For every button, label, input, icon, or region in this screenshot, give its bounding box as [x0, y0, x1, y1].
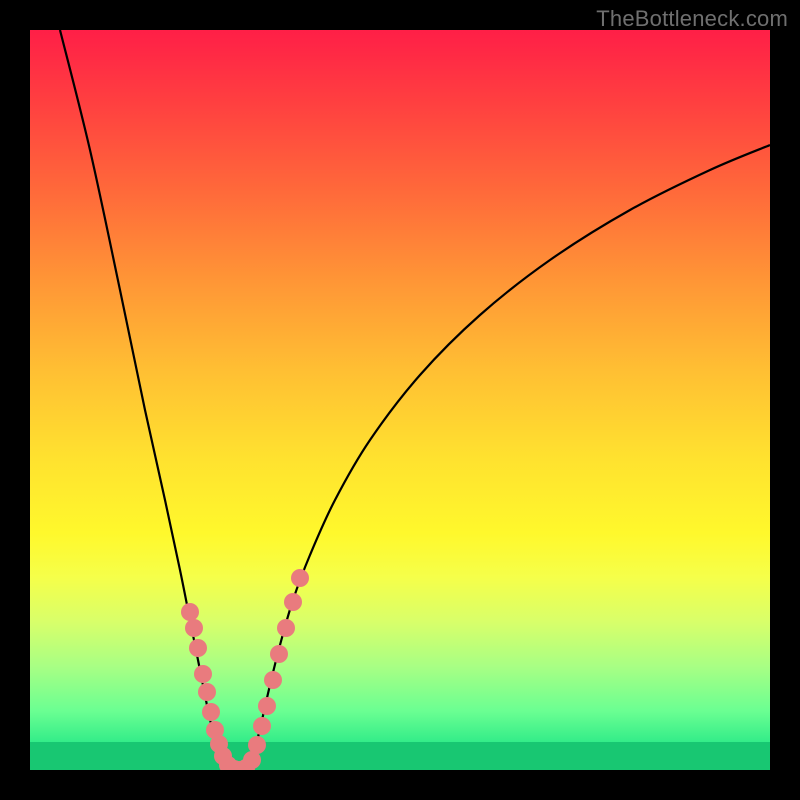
scatter-point: [194, 665, 212, 683]
scatter-point: [198, 683, 216, 701]
scatter-point: [270, 645, 288, 663]
watermark-text: TheBottleneck.com: [596, 6, 788, 32]
scatter-overlay: [30, 30, 770, 770]
scatter-point: [181, 603, 199, 621]
scatter-point: [248, 736, 266, 754]
plot-area: [30, 30, 770, 770]
scatter-point: [258, 697, 276, 715]
scatter-point: [202, 703, 220, 721]
scatter-point: [277, 619, 295, 637]
scatter-point: [189, 639, 207, 657]
scatter-point: [284, 593, 302, 611]
scatter-point: [291, 569, 309, 587]
scatter-point: [264, 671, 282, 689]
scatter-point: [253, 717, 271, 735]
scatter-point: [185, 619, 203, 637]
